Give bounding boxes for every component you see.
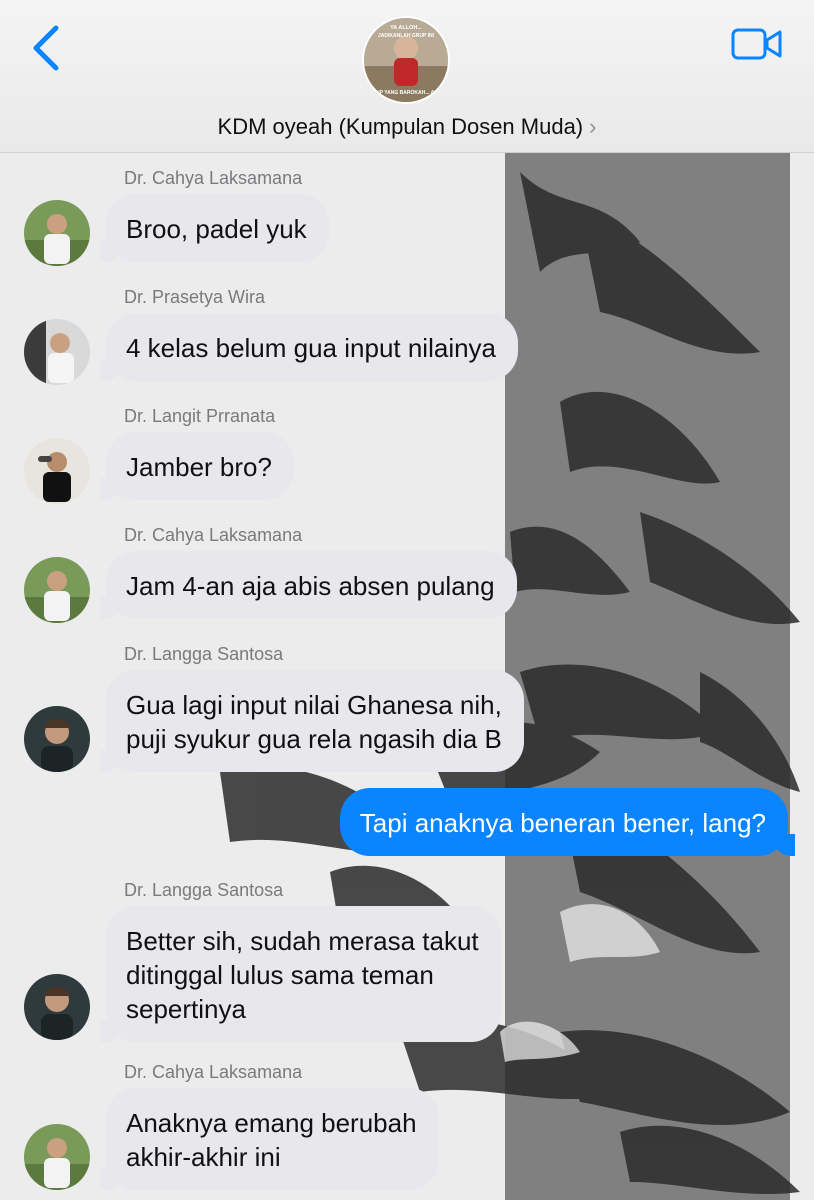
- avatar[interactable]: [24, 438, 90, 504]
- message-list: Dr. Cahya Laksamana Broo, padel yuk Dr. …: [0, 152, 814, 1200]
- chevron-left-icon: [33, 25, 59, 71]
- avatar[interactable]: [24, 557, 90, 623]
- video-call-button[interactable]: [730, 26, 784, 62]
- message-bubble[interactable]: 4 kelas belum gua input nilainya: [99, 313, 519, 381]
- avatar[interactable]: [24, 1124, 90, 1190]
- message-bubble[interactable]: Jamber bro?: [100, 432, 294, 500]
- avatar[interactable]: [24, 200, 90, 266]
- back-button[interactable]: [28, 22, 68, 76]
- message-bubble[interactable]: Gua lagi input nilai Ghanesa nih, puji s…: [100, 670, 524, 772]
- group-name: KDM oyeah (Kumpulan Dosen Muda): [217, 114, 584, 139]
- message-bubble[interactable]: Anaknya emang berubah akhir-akhir ini: [100, 1088, 439, 1190]
- group-title[interactable]: KDM oyeah (Kumpulan Dosen Muda) ›: [0, 114, 814, 140]
- video-camera-icon: [731, 28, 782, 60]
- group-avatar[interactable]: YA ALLOH... JADIKANLAH GRUP INI GRUP YAN…: [362, 16, 450, 104]
- sender-name: Dr. Prasetya Wira: [124, 287, 266, 307]
- message-bubble[interactable]: Jam 4-an aja abis absen pulang: [100, 551, 517, 619]
- avatar-caption-top: YA ALLOH...: [390, 25, 422, 31]
- chevron-right-icon: ›: [589, 114, 597, 139]
- chat-header: YA ALLOH... JADIKANLAH GRUP INI GRUP YAN…: [0, 0, 814, 153]
- sender-name: Dr. Langga Santosa: [124, 644, 284, 664]
- avatar[interactable]: [24, 319, 90, 385]
- sender-name: Dr. Cahya Laksamana: [124, 525, 303, 545]
- outgoing-message-bubble[interactable]: Tapi anaknya beneran bener, lang?: [339, 788, 796, 856]
- sender-name: Dr. Langit Prranata: [124, 406, 276, 426]
- avatar-caption-bottom: GRUP YANG BAROKAH... AMIN: [369, 90, 444, 96]
- group-avatar-image: YA ALLOH... JADIKANLAH GRUP INI GRUP YAN…: [364, 18, 448, 102]
- message-bubble[interactable]: Broo, padel yuk: [100, 194, 329, 262]
- avatar[interactable]: [24, 706, 90, 772]
- avatar[interactable]: [24, 974, 90, 1040]
- sender-name: Dr. Langga Santosa: [124, 880, 284, 900]
- avatar-caption-mid: JADIKANLAH GRUP INI: [378, 33, 435, 39]
- sender-name: Dr. Cahya Laksamana: [124, 168, 303, 188]
- sender-name: Dr. Cahya Laksamana: [124, 1062, 303, 1082]
- message-bubble[interactable]: Better sih, sudah merasa takut ditinggal…: [100, 906, 501, 1042]
